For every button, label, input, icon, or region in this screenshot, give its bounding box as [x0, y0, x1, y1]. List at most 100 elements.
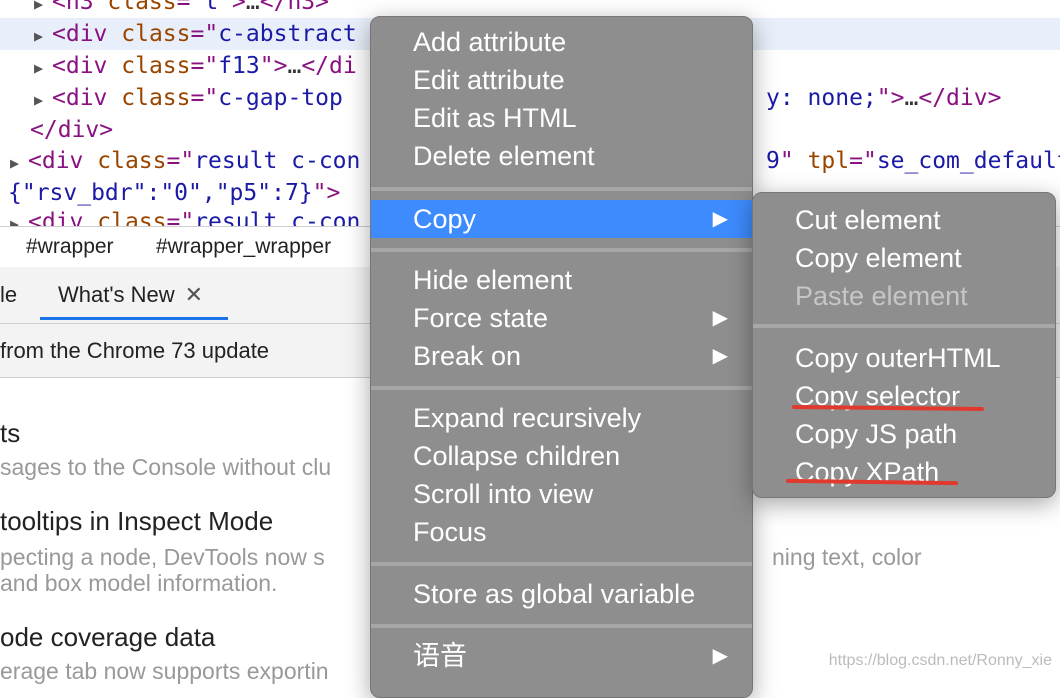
dom-token: t — [204, 0, 219, 15]
article-heading: ode coverage data — [0, 622, 216, 652]
menu-item-expand-recursively[interactable]: Expand recursively — [371, 399, 752, 437]
dom-token: "> — [218, 0, 246, 15]
dom-token: "> — [312, 180, 341, 206]
dom-token: f13 — [218, 53, 260, 79]
dom-token: </div> — [918, 85, 1002, 111]
banner-text: from the Chrome 73 update — [0, 338, 270, 363]
article-paragraph: erage tab now supports exportin — [0, 658, 329, 684]
menu-separator — [371, 187, 752, 191]
copy-submenu: Cut element Copy element Paste element Copy… — [752, 192, 1056, 498]
dom-node-line[interactable]: ▶ <h3 class="t">…</h3> — [0, 0, 329, 18]
menu-item-hide-element[interactable]: Hide element — [371, 261, 752, 299]
dom-line-fragment: 9" tpl="se_com_default — [752, 145, 1060, 177]
dom-token: 9 — [766, 148, 780, 174]
menu-item-force-state[interactable]: Force state ▶ — [371, 299, 752, 337]
menu-item-label: Hide element — [413, 265, 573, 295]
tab-whats-new[interactable]: What's New ✕ — [40, 267, 228, 320]
menu-item-copy-xpath[interactable]: Copy XPath — [753, 453, 1055, 491]
expand-triangle-icon[interactable]: ▶ — [10, 208, 28, 226]
menu-item-focus[interactable]: Focus — [371, 513, 752, 551]
menu-item-copy[interactable]: Copy ▶ — [371, 200, 752, 238]
dom-token: </div> — [30, 117, 114, 143]
dom-token: class — [107, 0, 177, 15]
dom-token: {"rsv_bdr":"0","p5":7} — [8, 180, 313, 206]
submenu-arrow-icon: ▶ — [712, 307, 728, 329]
breadcrumb-item-wrapper[interactable]: #wrapper — [26, 227, 114, 267]
dom-token: y: none; — [766, 85, 877, 111]
article-paragraph-fragment: ning text, color — [772, 544, 922, 570]
dom-token: =" — [190, 85, 219, 111]
menu-item-label: Copy JS path — [795, 419, 958, 449]
dom-token: =" — [849, 148, 877, 174]
dom-token: result c-con — [194, 148, 361, 174]
dom-token: <div — [52, 85, 122, 111]
menu-item-paste-element: Paste element — [753, 277, 1055, 315]
dom-token: … — [904, 85, 919, 111]
menu-item-scroll-into-view[interactable]: Scroll into view — [371, 475, 752, 513]
dom-token: result c-con — [194, 209, 361, 226]
dom-token: =" — [190, 21, 219, 47]
menu-item-label: Delete element — [413, 141, 595, 171]
menu-item-copy-js-path[interactable]: Copy JS path — [753, 415, 1055, 453]
article-heading: tooltips in Inspect Mode — [0, 506, 274, 536]
menu-separator — [753, 324, 1055, 328]
menu-item-item-13[interactable]: 语音 ▶ — [371, 637, 752, 675]
menu-item-edit-as-html[interactable]: Edit as HTML — [371, 99, 752, 137]
dom-token: … — [245, 0, 260, 15]
dom-token: se_com_default — [876, 148, 1060, 174]
menu-item-delete-element[interactable]: Delete element — [371, 137, 752, 175]
dom-token: tpl — [807, 148, 850, 174]
dom-token: =" — [166, 209, 195, 226]
menu-separator — [371, 248, 752, 252]
dom-node-line[interactable]: </div> — [0, 114, 113, 146]
dom-token: c-gap-top — [218, 85, 343, 111]
menu-item-copy-outerhtml[interactable]: Copy outerHTML — [753, 339, 1055, 377]
menu-item-label: Edit attribute — [413, 65, 565, 95]
expand-triangle-icon[interactable]: ▶ — [34, 20, 52, 52]
expand-triangle-icon[interactable]: ▶ — [10, 147, 28, 179]
menu-item-label: Copy outerHTML — [795, 343, 1001, 373]
menu-item-copy-element[interactable]: Copy element — [753, 239, 1055, 277]
dom-token: class — [97, 148, 167, 174]
dom-token: <div — [52, 21, 122, 47]
menu-item-edit-attribute[interactable]: Edit attribute — [371, 61, 752, 99]
menu-item-label: Add attribute — [413, 27, 567, 57]
dom-token: c-abstract — [218, 21, 357, 47]
dom-node-line[interactable]: {"rsv_bdr":"0","p5":7}"> — [0, 177, 340, 209]
close-icon[interactable]: ✕ — [185, 282, 203, 307]
dom-token: class — [121, 21, 191, 47]
context-menu: Add attribute Edit attribute Edit as HTML D… — [370, 16, 753, 698]
expand-triangle-icon[interactable]: ▶ — [34, 52, 52, 84]
menu-separator — [371, 386, 752, 390]
dom-token: "> — [876, 85, 905, 111]
dom-line-fragment: y: none;">…</div> — [752, 82, 1001, 114]
dom-node-line[interactable]: ▶ <div class="c-gap-top — [0, 82, 343, 114]
menu-separator — [371, 624, 752, 628]
dom-node-line[interactable]: ▶ <div class="f13">…</di — [0, 50, 357, 82]
article-heading: ts — [0, 418, 21, 448]
dom-node-line[interactable]: ▶ <div class="result c-con — [0, 145, 360, 177]
expand-triangle-icon[interactable]: ▶ — [34, 0, 52, 20]
breadcrumb-item-wrapper-wrapper[interactable]: #wrapper_wrapper — [156, 227, 331, 267]
dom-token: " — [779, 148, 808, 174]
menu-item-label: Break on — [413, 341, 522, 371]
menu-item-break-on[interactable]: Break on ▶ — [371, 337, 752, 375]
expand-triangle-icon[interactable]: ▶ — [34, 84, 52, 116]
dom-node-line[interactable]: ▶ <div class="result c-con — [0, 206, 360, 226]
menu-item-store-as-global-variable[interactable]: Store as global variable — [371, 575, 752, 613]
article-paragraph: and box model information. — [0, 570, 278, 596]
dom-token: <div — [28, 209, 98, 226]
watermark: https://blog.csdn.net/Ronny_xie — [828, 652, 1052, 669]
tab-console-partial[interactable]: le — [0, 267, 17, 323]
dom-token: class — [121, 85, 191, 111]
menu-item-collapse-children[interactable]: Collapse children — [371, 437, 752, 475]
dom-token: =" — [190, 53, 219, 79]
menu-item-label: Edit as HTML — [413, 103, 577, 133]
dom-token: <div — [52, 53, 122, 79]
menu-item-add-attribute[interactable]: Add attribute — [371, 23, 752, 61]
dom-token: … — [287, 53, 302, 79]
article-paragraph: sages to the Console without clu — [0, 454, 332, 480]
menu-item-cut-element[interactable]: Cut element — [753, 201, 1055, 239]
dom-token: <div — [28, 148, 98, 174]
dom-token: </di — [301, 53, 357, 79]
